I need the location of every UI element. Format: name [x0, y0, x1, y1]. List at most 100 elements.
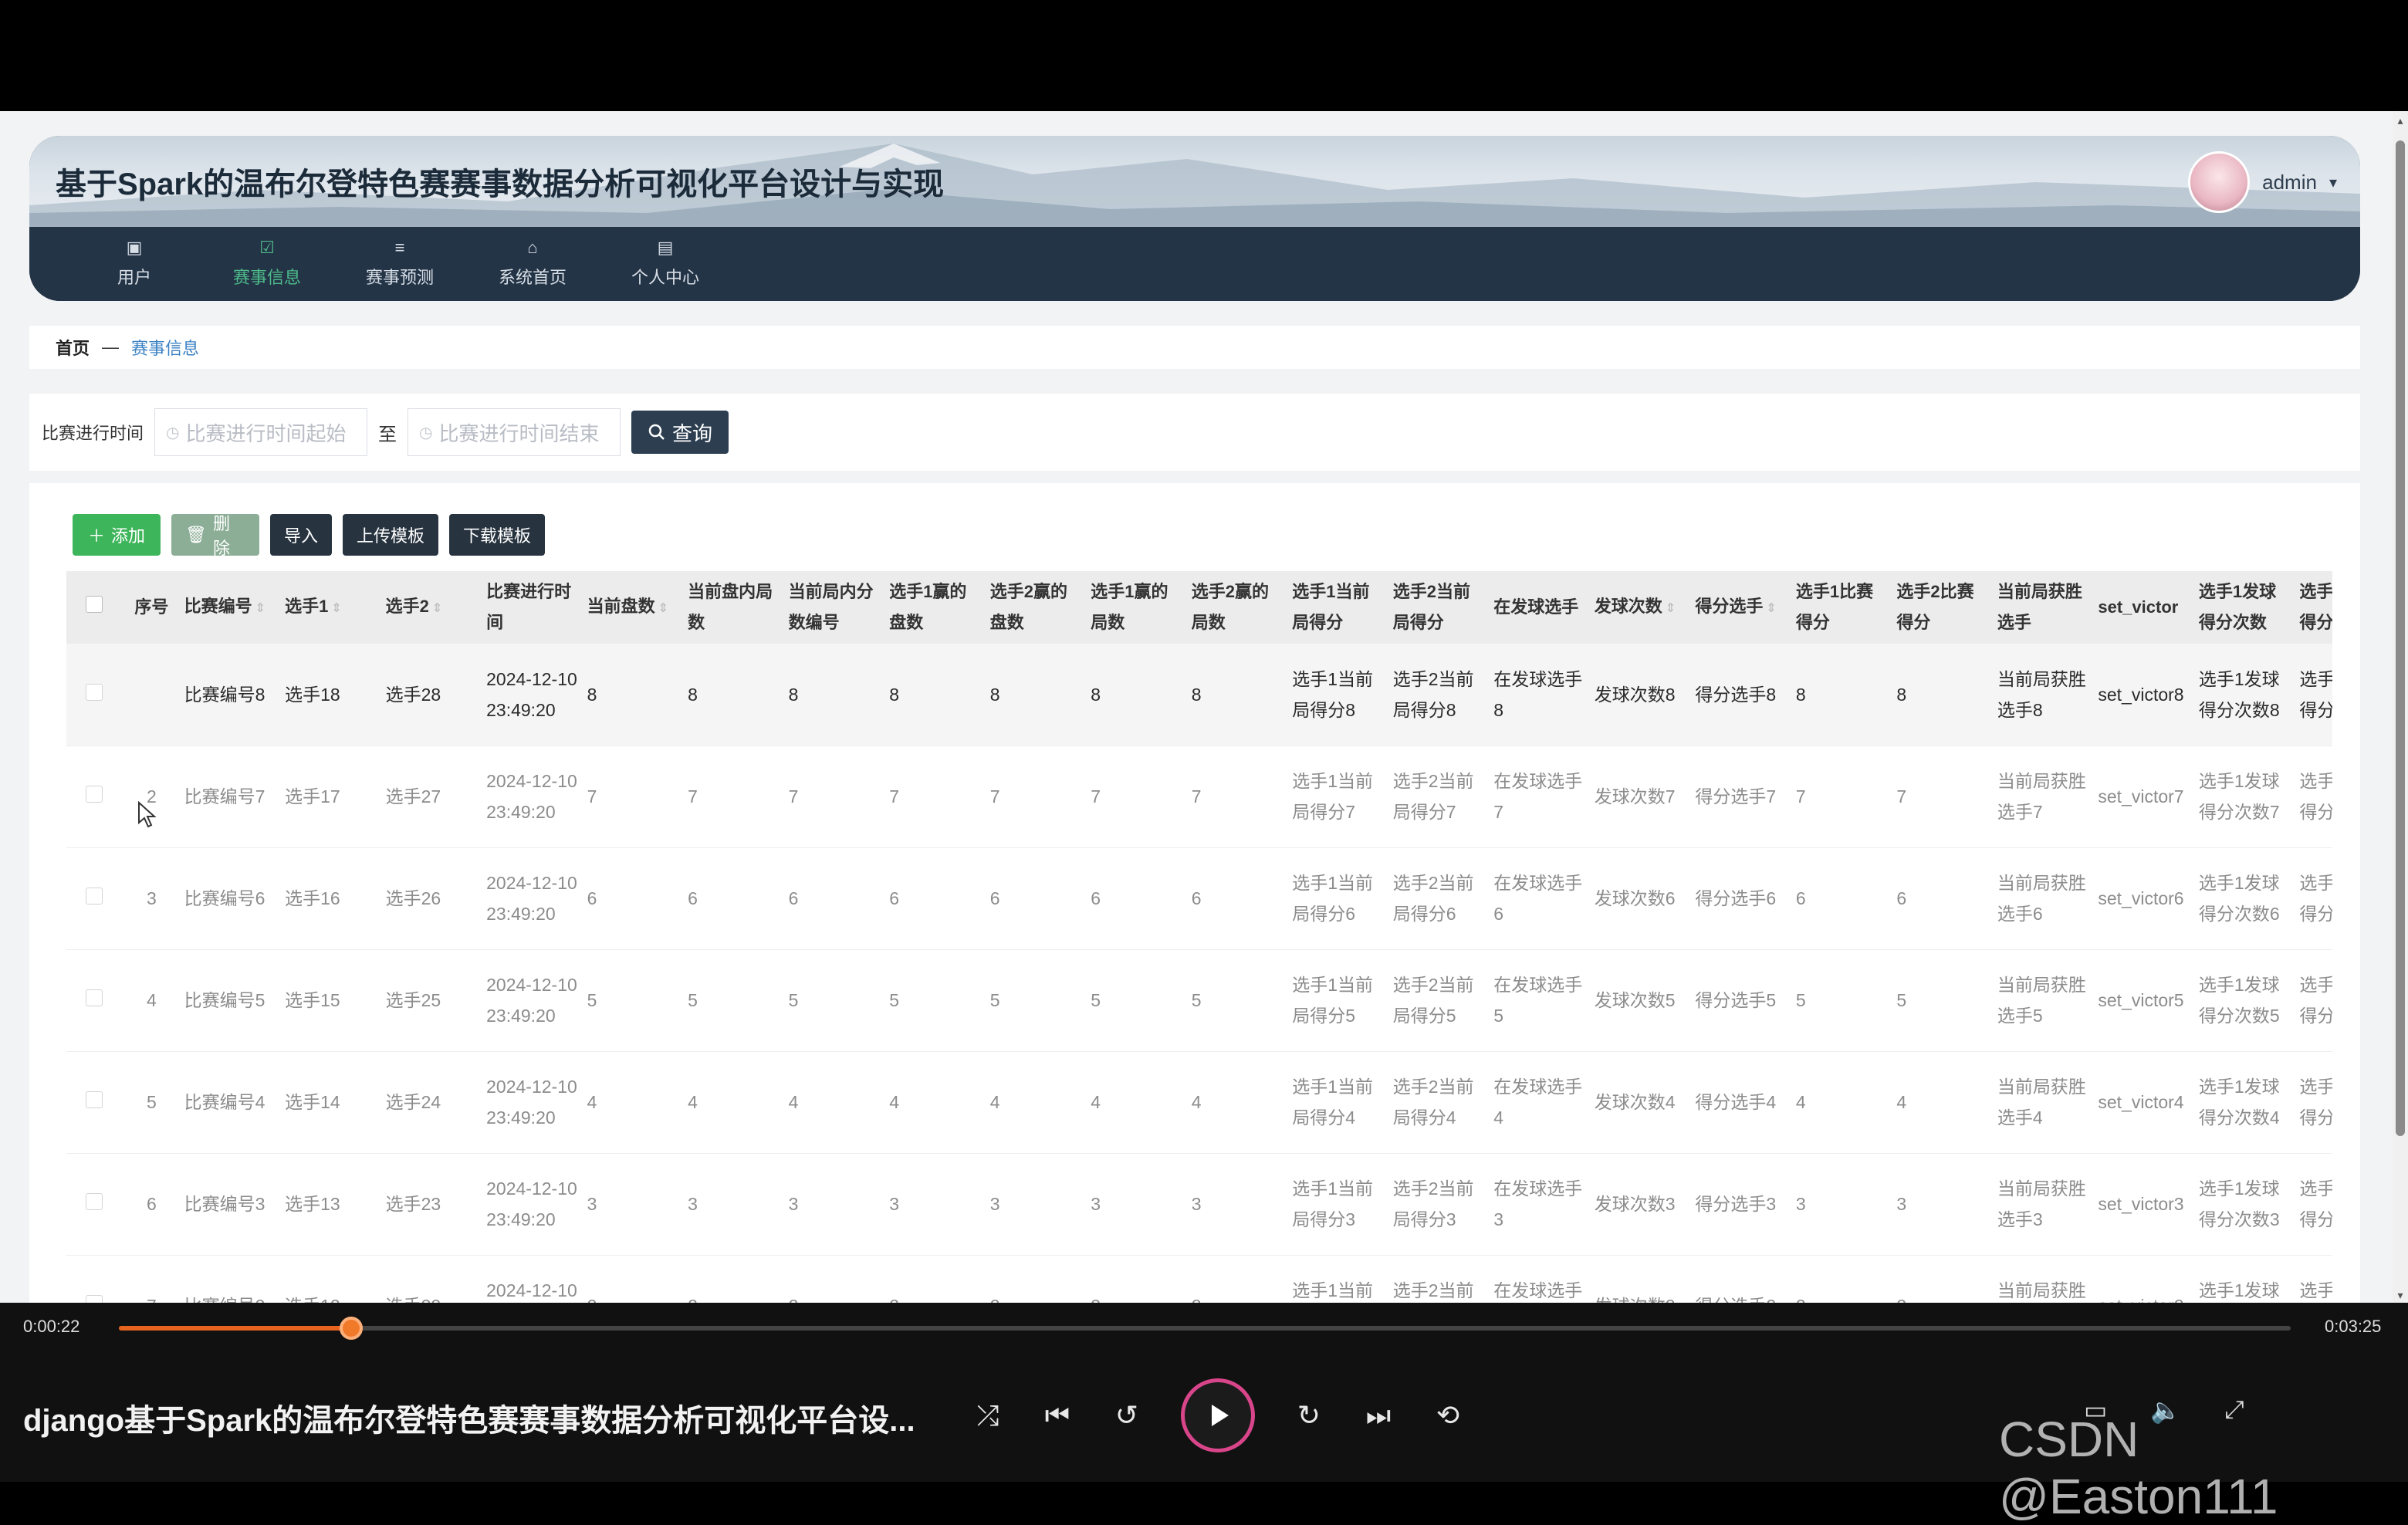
repeat-icon[interactable]: ⟲ — [1432, 1399, 1463, 1432]
sort-icon[interactable]: ⇕ — [1766, 602, 1776, 615]
nav-item-users[interactable]: ▣ 用户 — [68, 227, 201, 301]
column-header[interactable]: 序号 — [125, 571, 181, 644]
column-header[interactable]: 选手2赢的局数 — [1188, 571, 1290, 644]
table-cell: 8 — [1792, 644, 1894, 746]
table-row[interactable]: 6 比赛编号3 选手13 选手23 2024-12-10 23:49:20 3 3 3 3 3 3 3… — [66, 1153, 2332, 1256]
sort-icon[interactable]: ⇕ — [255, 602, 265, 615]
user-menu[interactable]: admin ▾ — [2188, 151, 2337, 213]
row-checkbox-cell[interactable] — [66, 949, 126, 1052]
column-header[interactable]: 选手1 ⇕ — [282, 571, 383, 644]
row-checkbox-cell[interactable] — [66, 847, 126, 950]
table-row[interactable]: 3 比赛编号6 选手16 选手26 2024-12-10 23:49:20 6 6 6 6 6 6 6… — [66, 847, 2332, 950]
row-checkbox[interactable] — [86, 1193, 103, 1210]
column-header[interactable]: 比赛进行时间 — [483, 571, 584, 644]
start-time-input[interactable]: ◷ 比赛进行时间起始 — [154, 408, 368, 456]
select-all-checkbox-cell[interactable] — [66, 571, 126, 644]
column-header[interactable]: 发球次数 ⇕ — [1591, 571, 1693, 644]
column-header[interactable]: 在发球选手 — [1490, 571, 1591, 644]
page-scrollbar[interactable]: ▴ ▾ — [2393, 111, 2408, 1303]
query-button[interactable]: 查询 — [631, 411, 729, 454]
progress-bar[interactable] — [119, 1317, 2291, 1340]
row-checkbox[interactable] — [86, 1091, 103, 1108]
progress-fill — [119, 1326, 352, 1331]
row-checkbox[interactable] — [86, 683, 103, 701]
table-cell: 5 — [986, 949, 1088, 1052]
row-checkbox-cell[interactable] — [66, 644, 126, 746]
chevron-down-icon[interactable]: ▾ — [2329, 173, 2337, 192]
column-header[interactable]: 得分选手 ⇕ — [1692, 571, 1793, 644]
sort-icon[interactable]: ⇕ — [331, 602, 341, 615]
column-header[interactable]: 选手1发球得分次数 — [2195, 571, 2297, 644]
match-table-wrapper[interactable]: 序号 比赛编号 ⇕ 选手1 ⇕ 选手2 ⇕ 比赛进行时间 当前盘数 ⇕ 当前盘内局数 当前局内分数编号… — [66, 571, 2332, 1303]
fast-forward-icon[interactable]: ↻ — [1294, 1399, 1324, 1432]
column-header-label: 选手1赢的局数 — [1091, 582, 1168, 632]
column-header[interactable]: 选手2发球得分次数 — [2296, 571, 2332, 644]
column-header[interactable]: 选手1赢的局数 — [1087, 571, 1189, 644]
nav-item-home[interactable]: ⌂ 系统首页 — [466, 227, 599, 301]
progress-knob[interactable] — [340, 1317, 364, 1340]
column-header[interactable]: 当前盘内局数 — [685, 571, 786, 644]
table-cell: 选手15 — [282, 949, 383, 1052]
table-cell: 比赛编号3 — [181, 1153, 282, 1256]
column-header[interactable]: 当前局内分数编号 — [785, 571, 887, 644]
table-cell: 选手1发球得分次数4 — [2195, 1051, 2297, 1154]
sort-icon[interactable]: ⇕ — [658, 602, 668, 615]
row-checkbox[interactable] — [86, 888, 103, 905]
app-page: 基于Spark的温布尔登特色赛赛事数据分析可视化平台设计与实现 admin ▾ … — [0, 111, 2393, 1303]
column-header[interactable]: 选手2当前局得分 — [1389, 571, 1491, 644]
add-button[interactable]: ＋ 添加 — [73, 514, 161, 556]
column-header[interactable]: 选手2 ⇕ — [382, 571, 484, 644]
nav-item-profile[interactable]: ▤ 个人中心 — [599, 227, 732, 301]
avatar[interactable] — [2188, 151, 2251, 213]
row-checkbox[interactable] — [86, 989, 103, 1006]
skip-next-icon[interactable]: ⏭ — [1363, 1399, 1394, 1432]
end-time-input[interactable]: ◷ 比赛进行时间结束 — [408, 408, 621, 456]
breadcrumb-home[interactable]: 首页 — [56, 335, 90, 360]
scroll-down-arrow[interactable]: ▾ — [2395, 1289, 2406, 1301]
row-checkbox-cell[interactable] — [66, 1255, 126, 1303]
table-row[interactable]: 7比赛编号2选手12选手222024-12-10 23:49:202222222… — [66, 1255, 2332, 1303]
row-checkbox-cell[interactable] — [66, 1153, 126, 1256]
delete-button[interactable]: 🗑 删除 — [171, 514, 259, 558]
sort-icon[interactable]: ⇕ — [432, 602, 442, 615]
nav-item-match-info[interactable]: ☑ 赛事信息 — [201, 227, 333, 301]
column-header[interactable]: 比赛编号 ⇕ — [181, 571, 282, 644]
column-header[interactable]: 当前盘数 ⇕ — [583, 571, 685, 644]
upload-template-button[interactable]: 上传模板 — [343, 514, 439, 556]
column-header[interactable]: 选手2赢的盘数 — [986, 571, 1088, 644]
row-checkbox[interactable] — [86, 786, 103, 803]
import-button[interactable]: 导入 — [270, 514, 333, 556]
rewind-icon[interactable]: ↺ — [1111, 1399, 1142, 1432]
table-cell: 选手16 — [282, 847, 383, 950]
table-row[interactable]: 4 比赛编号5 选手15 选手25 2024-12-10 23:49:20 5 5 5 5 5 5 5… — [66, 949, 2332, 1052]
download-template-button[interactable]: 下载模板 — [449, 514, 546, 556]
table-cell: 4 — [685, 1051, 786, 1154]
shuffle-icon[interactable]: ⤮ — [972, 1399, 1003, 1432]
table-cell: 比赛编号7 — [181, 746, 282, 848]
row-checkbox[interactable] — [86, 1295, 103, 1303]
table-row[interactable]: 2 比赛编号7 选手17 选手27 2024-12-10 23:49:20 7 7 7 7 7 7 7… — [66, 746, 2332, 848]
row-checkbox-cell[interactable] — [66, 1051, 126, 1154]
column-header[interactable]: set_victor — [2095, 571, 2196, 644]
table-cell: 选手1发球得分次数6 — [2195, 847, 2297, 950]
column-header[interactable]: 选手2比赛得分 — [1893, 571, 1994, 644]
column-header[interactable]: 选手1赢的盘数 — [886, 571, 987, 644]
column-header-label: 选手1当前局得分 — [1292, 582, 1370, 632]
match-table: 序号 比赛编号 ⇕ 选手1 ⇕ 选手2 ⇕ 比赛进行时间 当前盘数 ⇕ 当前盘内局数 当前局内分数编号… — [66, 571, 2332, 1303]
table-row[interactable]: 5 比赛编号4 选手14 选手24 2024-12-10 23:49:20 4 4 4 4 4 4 4… — [66, 1051, 2332, 1154]
skip-previous-icon[interactable]: ⏮ — [1042, 1399, 1073, 1432]
sort-icon[interactable]: ⇕ — [1666, 602, 1676, 615]
column-header[interactable]: 当前局获胜选手 — [1994, 571, 2095, 644]
column-header-label: 当前局获胜选手 — [1997, 582, 2082, 632]
table-row[interactable]: 比赛编号8 选手18 选手28 2024-12-10 23:49:20 8 8 8 8 8 8 8 选… — [66, 644, 2332, 746]
play-button[interactable] — [1181, 1378, 1255, 1452]
column-header[interactable]: 选手1比赛得分 — [1792, 571, 1894, 644]
column-header-label: 当前局内分数编号 — [788, 582, 874, 632]
table-cell: 3 — [1893, 1153, 1994, 1256]
nav-item-match-prediction[interactable]: ≡ 赛事预测 — [333, 227, 466, 301]
select-all-checkbox[interactable] — [86, 596, 103, 613]
row-checkbox-cell[interactable] — [66, 746, 126, 848]
scrollbar-thumb[interactable] — [2396, 140, 2405, 1136]
column-header[interactable]: 选手1当前局得分 — [1289, 571, 1390, 644]
scroll-up-arrow[interactable]: ▴ — [2395, 114, 2406, 127]
